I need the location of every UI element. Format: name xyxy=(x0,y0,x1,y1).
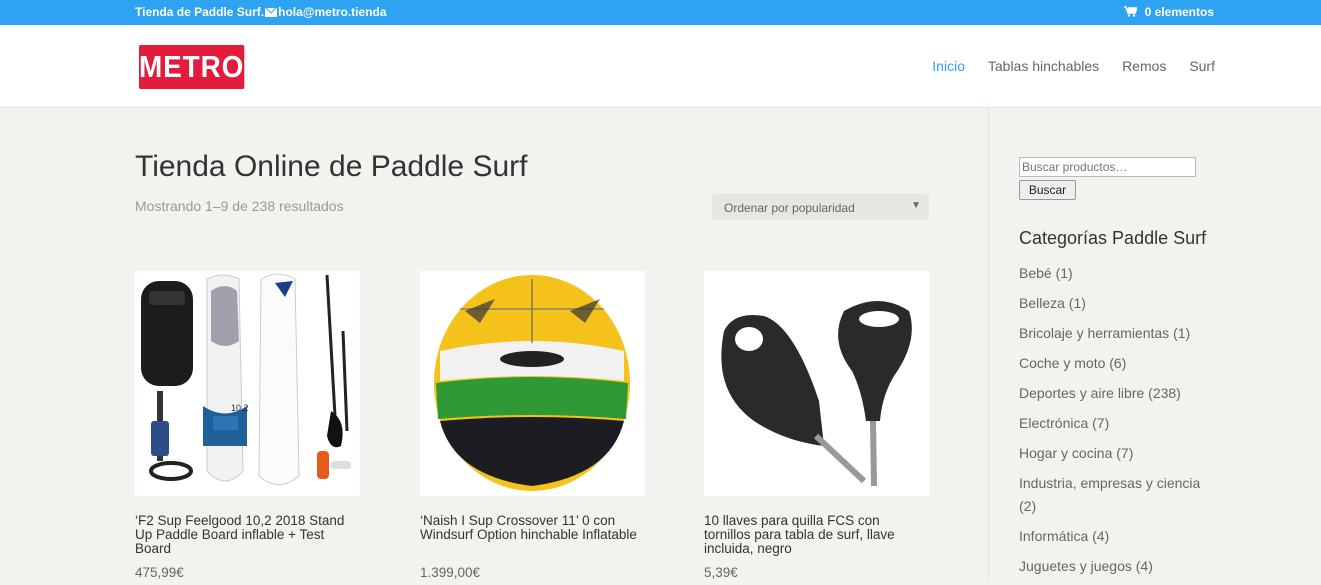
logo[interactable]: METRO xyxy=(139,45,245,89)
category-item[interactable]: Bebé (1) xyxy=(1019,262,1219,285)
contact-email[interactable]: hola@metro.tienda xyxy=(278,5,386,19)
cart-link[interactable]: 0 elementos xyxy=(1123,5,1214,19)
svg-text:10.2: 10.2 xyxy=(231,403,249,413)
product-image-sup-board-kit[interactable]: 10.2 xyxy=(135,271,360,496)
cart-count: 0 elementos xyxy=(1144,5,1214,19)
sidebar-divider xyxy=(988,108,989,582)
cart-icon xyxy=(1123,6,1137,17)
product-title[interactable]: 10 llaves para quilla FCS con tornillos … xyxy=(704,514,929,556)
order-select[interactable]: Ordenar por popularidad ▼ xyxy=(712,194,929,220)
category-item[interactable]: Informática (4) xyxy=(1019,525,1219,548)
product-card[interactable]: 10 llaves para quilla FCS con tornillos … xyxy=(704,271,929,580)
result-count: Mostrando 1–9 de 238 resultados xyxy=(135,198,344,214)
product-image-art: 10.2 xyxy=(141,273,351,485)
categories-title: Categorías Paddle Surf xyxy=(1019,228,1207,248)
nav-item-inicio[interactable]: Inicio xyxy=(932,58,965,74)
category-item[interactable]: Industria, empresas y ciencia (2) xyxy=(1019,472,1219,518)
order-select-value: Ordenar por popularidad xyxy=(724,201,855,215)
dropdown-arrow-icon: ▼ xyxy=(911,200,921,211)
product-image-naish-board[interactable] xyxy=(420,271,645,496)
main-content: Tienda Online de Paddle Surf Mostrando 1… xyxy=(0,108,988,582)
category-item[interactable]: Juguetes y juegos (4) xyxy=(1019,555,1219,578)
top-bar-contact: Tienda de Paddle Surf. hola@metro.tienda xyxy=(135,5,387,19)
category-item[interactable]: Deportes y aire libre (238) xyxy=(1019,382,1219,405)
product-image-art xyxy=(434,275,630,491)
product-image-art xyxy=(721,301,912,487)
mail-icon xyxy=(265,8,278,17)
nav-item-tablas-hinchables[interactable]: Tablas hinchables xyxy=(988,58,1099,74)
search-input[interactable] xyxy=(1019,157,1196,177)
product-image-fcs-keys[interactable] xyxy=(704,271,929,496)
category-item[interactable]: Electrónica (7) xyxy=(1019,412,1219,435)
page-title: Tienda Online de Paddle Surf xyxy=(135,150,528,183)
main-nav: Inicio Tablas hinchables Remos Surf xyxy=(913,58,1215,74)
category-list: Bebé (1) Belleza (1) Bricolaje y herrami… xyxy=(1019,262,1219,585)
top-bar: Tienda de Paddle Surf. hola@metro.tienda … xyxy=(0,0,1321,25)
product-title[interactable]: ‘F2 Sup Feelgood 10,2 2018 Stand Up Padd… xyxy=(135,514,360,556)
site-header: METRO Inicio Tablas hinchables Remos Sur… xyxy=(0,25,1321,108)
product-title[interactable]: ‘Naish I Sup Crossover 11’ 0 con Windsur… xyxy=(420,514,645,542)
nav-item-surf[interactable]: Surf xyxy=(1189,58,1215,74)
search-button[interactable]: Buscar xyxy=(1019,180,1076,200)
nav-item-remos[interactable]: Remos xyxy=(1122,58,1166,74)
site-name: Tienda de Paddle Surf. xyxy=(135,5,265,19)
product-card[interactable]: 10.2 ‘F2 Sup Feelgood 10,2 2018 Stand Up… xyxy=(135,271,360,580)
category-item[interactable]: Hogar y cocina (7) xyxy=(1019,442,1219,465)
product-price: 475,99€ xyxy=(135,565,184,580)
product-price: 1.399,00€ xyxy=(420,565,481,580)
product-price: 5,39€ xyxy=(704,565,738,580)
category-item[interactable]: Coche y moto (6) xyxy=(1019,352,1219,375)
category-item[interactable]: Belleza (1) xyxy=(1019,292,1219,315)
category-item[interactable]: Bricolaje y herramientas (1) xyxy=(1019,322,1219,345)
product-card[interactable]: ‘Naish I Sup Crossover 11’ 0 con Windsur… xyxy=(420,271,645,580)
